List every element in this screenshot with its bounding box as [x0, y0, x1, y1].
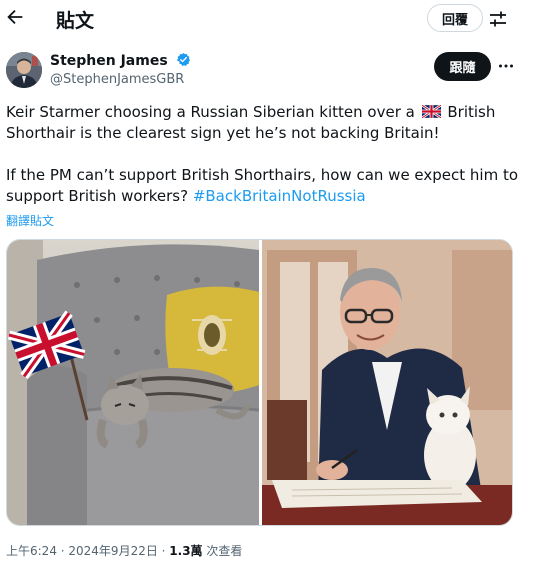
tweet-text-segment: British: [442, 103, 496, 121]
tweet-line: support British workers? #BackBritainNot…: [6, 186, 511, 207]
hashtag-link[interactable]: #BackBritainNotRussia: [193, 187, 366, 205]
views-label: 次查看: [202, 544, 243, 558]
photo-starmer-with-kitten[interactable]: [262, 240, 512, 525]
author-handle[interactable]: @StephenJamesGBR: [50, 72, 184, 87]
tweet-text-segment: Keir Starmer choosing a Russian Siberian…: [6, 103, 420, 121]
tweet-body: Keir Starmer choosing a Russian Siberian…: [6, 102, 519, 207]
reply-button[interactable]: 回覆: [427, 4, 483, 32]
page-title: 貼文: [56, 10, 95, 32]
follow-button[interactable]: 跟隨: [434, 52, 491, 81]
more-options-icon[interactable]: [497, 57, 515, 75]
arrow-left-icon[interactable]: [4, 6, 26, 28]
tweet-line: Shorthair is the clearest sign yet he’s …: [6, 124, 440, 142]
top-bar: 貼文 回覆: [0, 0, 534, 38]
post-timestamp[interactable]: 上午6:24 · 2024年9月22日 ·: [6, 544, 169, 558]
tweet-line: Keir Starmer choosing a Russian Siberian…: [6, 102, 511, 123]
tweet-text-segment: support British workers?: [6, 187, 193, 205]
media-grid: [6, 239, 513, 526]
post-metadata: 上午6:24 · 2024年9月22日 · 1.3萬 次查看: [6, 542, 242, 559]
author-name-text[interactable]: Stephen James: [50, 53, 168, 69]
author-name[interactable]: Stephen James: [50, 52, 191, 69]
author-row: Stephen James @StephenJamesGBR 跟隨: [0, 48, 534, 96]
avatar[interactable]: [6, 52, 42, 88]
views-count: 1.3萬: [169, 544, 203, 558]
uk-flag-emoji-icon: [421, 105, 441, 118]
translate-post-link[interactable]: 翻譯貼文: [6, 212, 54, 229]
photo-cat-on-sofa[interactable]: [7, 240, 259, 525]
tweet-line: If the PM can’t support British Shorthai…: [6, 166, 519, 184]
verified-badge-icon: [176, 52, 190, 66]
sliders-icon[interactable]: [488, 9, 508, 29]
